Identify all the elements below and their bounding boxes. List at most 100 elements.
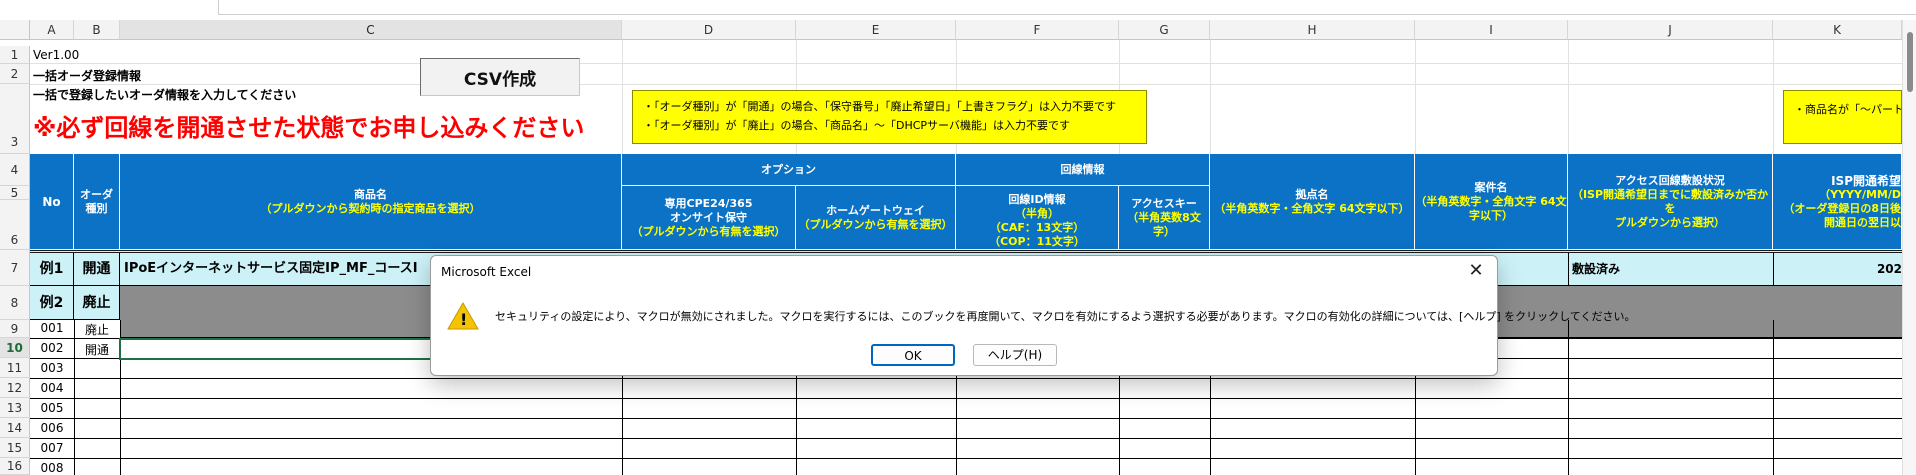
row-header-8[interactable]: 8 bbox=[0, 286, 30, 320]
header-product-label: 商品名 bbox=[354, 187, 387, 201]
column-header-d[interactable]: D bbox=[622, 20, 796, 40]
row-header-9[interactable]: 9 bbox=[0, 320, 30, 338]
header-access-key: アクセスキー （半角英数8文 字） bbox=[1119, 186, 1210, 250]
row-no[interactable]: 007 bbox=[30, 441, 74, 455]
macro-warning-dialog: Microsoft Excel ✕ ! セキュリティの設定により、マクロが無効に… bbox=[430, 255, 1635, 376]
csv-create-button[interactable]: CSV作成 bbox=[420, 58, 580, 96]
header-product: 商品名 （プルダウンから契約時の指定商品を選択） bbox=[120, 154, 622, 250]
row-header-6[interactable]: 6 bbox=[0, 200, 30, 250]
header-line-id-line2: （半角） bbox=[1015, 206, 1059, 220]
example1-isp-date[interactable]: 202 bbox=[1773, 253, 1902, 285]
column-header-a[interactable]: A bbox=[30, 20, 74, 40]
header-case-sub1: （半角英数字・全角文字 64文 bbox=[1415, 194, 1567, 208]
select-all-corner[interactable] bbox=[0, 20, 30, 40]
instruction-text: 一括で登録したいオーダ情報を入力してください bbox=[33, 88, 297, 102]
example2-no[interactable]: 例2 bbox=[30, 286, 74, 320]
header-hgw-sub: （プルダウンから有無を選択） bbox=[798, 217, 953, 231]
help-button[interactable]: ヘルプ(H) bbox=[973, 344, 1057, 366]
row-header-15[interactable]: 15 bbox=[0, 438, 30, 458]
vertical-scrollbar[interactable] bbox=[1902, 20, 1916, 475]
header-line-info-label: 回線情報 bbox=[1060, 162, 1105, 176]
header-isp: ISP開通希望 （YYYY/MM/D （オーダ登録日の8日後 開通日の翌日以 bbox=[1773, 154, 1902, 250]
header-cpe: 専用CPE24/365 オンサイト保守 （プルダウンから有無を選択） bbox=[622, 186, 796, 250]
row-line bbox=[30, 458, 1902, 459]
header-site-sub: （半角英数字・全角文字 64文字以下） bbox=[1214, 201, 1410, 215]
example1-order-type[interactable]: 開通 bbox=[74, 253, 120, 285]
row-header-7[interactable]: 7 bbox=[0, 250, 30, 286]
row-header-14[interactable]: 14 bbox=[0, 418, 30, 438]
header-isp-sub2: （オーダ登録日の8日後 bbox=[1783, 201, 1901, 215]
header-option: オプション bbox=[622, 154, 956, 186]
warning-icon-glyph: ! bbox=[460, 310, 468, 329]
divider bbox=[1773, 253, 1774, 286]
header-cpe-line3: （プルダウンから有無を選択） bbox=[631, 224, 786, 238]
row-header-12[interactable]: 12 bbox=[0, 378, 30, 398]
header-isp-sub3: 開通日の翌日以 bbox=[1824, 215, 1901, 229]
column-header-c[interactable]: C bbox=[120, 20, 622, 40]
header-hgw: ホームゲートウェイ （プルダウンから有無を選択） bbox=[796, 186, 956, 250]
dialog-message: セキュリティの設定により、マクロが無効にされました。マクロを実行するには、このブ… bbox=[495, 310, 1636, 323]
row-header-10[interactable]: 10 bbox=[0, 338, 30, 358]
row-no[interactable]: 006 bbox=[30, 421, 74, 435]
header-case-sub2: 字以下） bbox=[1469, 208, 1513, 222]
ok-button[interactable]: OK bbox=[871, 344, 955, 366]
row-no[interactable]: 005 bbox=[30, 401, 74, 415]
column-header-i[interactable]: I bbox=[1415, 20, 1568, 40]
column-header-j[interactable]: J bbox=[1568, 20, 1773, 40]
column-header-f[interactable]: F bbox=[956, 20, 1119, 40]
product-note-text: ・商品名が「～パートナ bbox=[1794, 103, 1901, 116]
row-no[interactable]: 002 bbox=[30, 341, 74, 355]
header-product-sub: （プルダウンから契約時の指定商品を選択） bbox=[260, 201, 481, 215]
formula-bar[interactable] bbox=[218, 0, 1916, 15]
column-header-g[interactable]: G bbox=[1119, 20, 1210, 40]
header-isp-label: ISP開通希望 bbox=[1831, 173, 1901, 188]
row-header-16[interactable]: 16 bbox=[0, 458, 30, 475]
row-line bbox=[30, 398, 1902, 399]
row-header-5[interactable]: 5 bbox=[0, 186, 30, 200]
row-header-3[interactable]: 3 bbox=[0, 84, 30, 154]
header-cpe-line1: 専用CPE24/365 bbox=[664, 196, 753, 210]
example2-order-type[interactable]: 廃止 bbox=[74, 286, 120, 320]
row-order-type[interactable]: 開通 bbox=[74, 341, 120, 358]
col-line bbox=[1773, 320, 1774, 475]
header-case: 案件名 （半角英数字・全角文字 64文 字以下） bbox=[1415, 154, 1568, 250]
example1-no[interactable]: 例1 bbox=[30, 253, 74, 285]
header-line-id: 回線ID情報 （半角） （CAF：13文字） （COP：11文字） bbox=[956, 186, 1119, 250]
row-header-4[interactable]: 4 bbox=[0, 154, 30, 186]
header-hgw-label: ホームゲートウェイ bbox=[826, 203, 925, 217]
row-no[interactable]: 008 bbox=[30, 461, 74, 475]
spreadsheet: A B C D E F G H I J K 1 2 3 4 5 6 7 8 9 … bbox=[0, 0, 1916, 475]
row-no[interactable]: 004 bbox=[30, 381, 74, 395]
gridline bbox=[1568, 40, 1569, 154]
header-access-key-line2: （半角英数8文 bbox=[1127, 210, 1201, 224]
note-line-2: ・「オーダ種別」が「廃止」の場合、「商品名」～「DHCPサーバ機能」は入力不要で… bbox=[643, 119, 1070, 132]
instruction-note-box: ・「オーダ種別」が「開通」の場合、「保守番号」「廃止希望日」「上書きフラグ」は入… bbox=[632, 90, 1147, 144]
sheet-title: 一括オーダ登録情報 bbox=[33, 69, 142, 83]
close-icon[interactable]: ✕ bbox=[1465, 260, 1487, 282]
column-header-b[interactable]: B bbox=[74, 20, 120, 40]
gridline bbox=[622, 40, 623, 154]
header-access-status-label: アクセス回線敷設状況 bbox=[1615, 173, 1725, 187]
row-header-1[interactable]: 1 bbox=[0, 46, 30, 64]
dialog-title: Microsoft Excel bbox=[441, 265, 532, 279]
header-line-id-line1: 回線ID情報 bbox=[1008, 192, 1066, 206]
row-header-13[interactable]: 13 bbox=[0, 398, 30, 418]
row-order-type[interactable]: 廃止 bbox=[74, 321, 120, 338]
gridline bbox=[1773, 40, 1774, 154]
row-header-2[interactable]: 2 bbox=[0, 64, 30, 84]
header-line-info: 回線情報 bbox=[956, 154, 1210, 186]
row-line bbox=[30, 378, 1902, 379]
row-no[interactable]: 001 bbox=[30, 321, 74, 335]
header-order-type: オーダ 種別 bbox=[74, 154, 120, 250]
header-cpe-line2: オンサイト保守 bbox=[670, 210, 747, 224]
column-header-h[interactable]: H bbox=[1210, 20, 1415, 40]
header-site-label: 拠点名 bbox=[1295, 187, 1329, 201]
header-access-status: アクセス回線敷設状況 （ISP開通希望日までに敷設済みか否かを プルダウンから選… bbox=[1568, 154, 1773, 250]
gridline bbox=[30, 63, 1902, 64]
example1-access-status[interactable]: 敷設済み bbox=[1572, 253, 1772, 285]
column-header-k[interactable]: K bbox=[1773, 20, 1902, 40]
column-header-e[interactable]: E bbox=[796, 20, 956, 40]
scrollbar-thumb[interactable] bbox=[1907, 32, 1913, 92]
row-header-11[interactable]: 11 bbox=[0, 358, 30, 378]
row-no[interactable]: 003 bbox=[30, 361, 74, 375]
